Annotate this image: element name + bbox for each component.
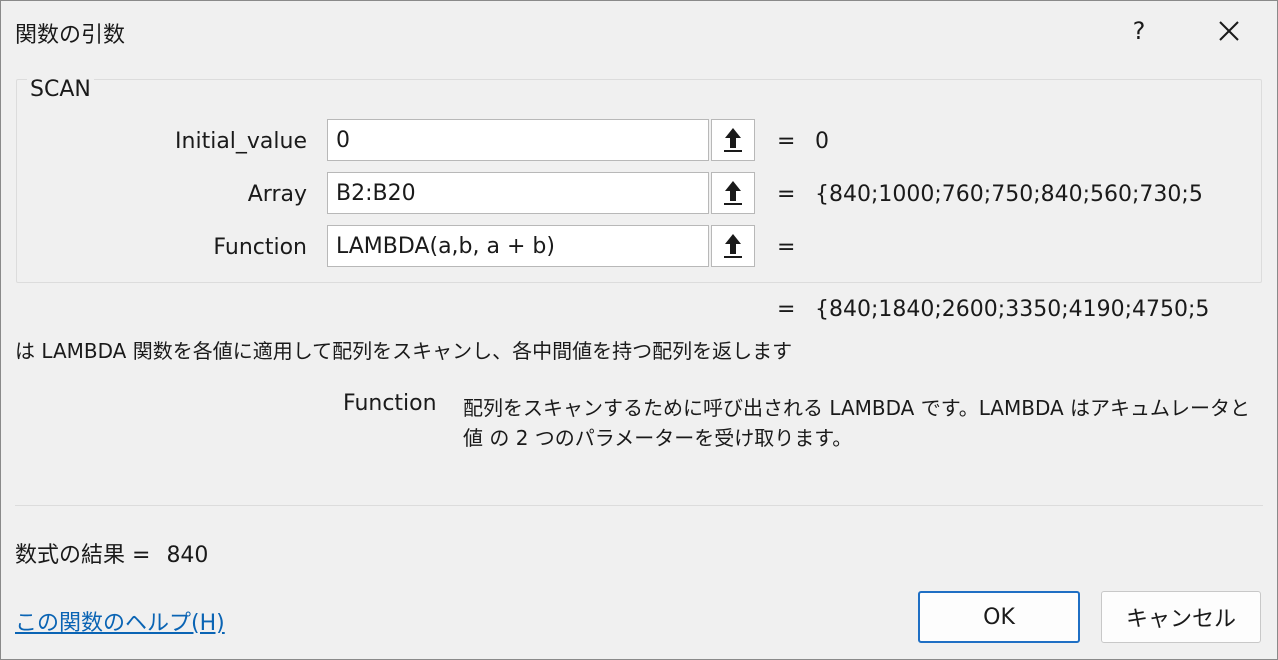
formula-result-label: 数式の結果 = xyxy=(15,543,151,568)
title-bar: 関数の引数 ? xyxy=(1,1,1277,59)
argument-help-name: Function xyxy=(343,391,437,416)
equals-sign: = xyxy=(777,235,796,260)
arrow-up-icon xyxy=(724,181,742,205)
initial-value-input[interactable]: 0 xyxy=(327,119,709,161)
function-input[interactable]: LAMBDA(a,b, a + b) xyxy=(327,225,709,267)
evaluated-array: {840;1000;760;750;840;560;730;5 xyxy=(815,182,1203,207)
dialog-title: 関数の引数 xyxy=(15,23,126,48)
argument-help-text: 配列をスキャンするために呼び出される LAMBDA です。LAMBDA はアキュ… xyxy=(463,396,1251,450)
formula-result-value: 840 xyxy=(166,543,209,568)
collapse-dialog-button-array[interactable] xyxy=(711,172,755,214)
arg-label-function: Function xyxy=(213,235,307,260)
close-icon xyxy=(1219,21,1239,41)
array-input[interactable]: B2:B20 xyxy=(327,172,709,214)
function-name: SCAN xyxy=(27,77,94,102)
function-arguments-dialog: 関数の引数 ? SCAN Initial_value 0 = 0 Array B… xyxy=(0,0,1278,660)
arrow-up-icon xyxy=(724,234,742,258)
function-help-link[interactable]: この関数のヘルプ(H) xyxy=(15,605,225,637)
arg-label-initial-value: Initial_value xyxy=(175,129,307,154)
divider xyxy=(15,505,1263,506)
equals-sign: = xyxy=(777,297,796,322)
evaluated-initial-value: 0 xyxy=(815,129,829,154)
formula-result: 数式の結果 = 840 xyxy=(15,537,208,569)
help-button[interactable]: ? xyxy=(1119,13,1159,49)
cancel-button[interactable]: キャンセル xyxy=(1101,591,1261,643)
close-button[interactable] xyxy=(1209,13,1249,49)
ok-button[interactable]: OK xyxy=(918,591,1080,643)
equals-sign: = xyxy=(777,182,796,207)
result-preview-value: {840;1840;2600;3350;4190;4750;5 xyxy=(815,297,1210,322)
arg-label-array: Array xyxy=(247,182,307,207)
arrow-up-icon xyxy=(724,128,742,152)
collapse-dialog-button-function[interactable] xyxy=(711,225,755,267)
function-description: は LAMBDA 関数を各値に適用して配列をスキャンし、各中間値を持つ配列を返し… xyxy=(15,339,793,363)
equals-sign: = xyxy=(777,129,796,154)
collapse-dialog-button-initial-value[interactable] xyxy=(711,119,755,161)
